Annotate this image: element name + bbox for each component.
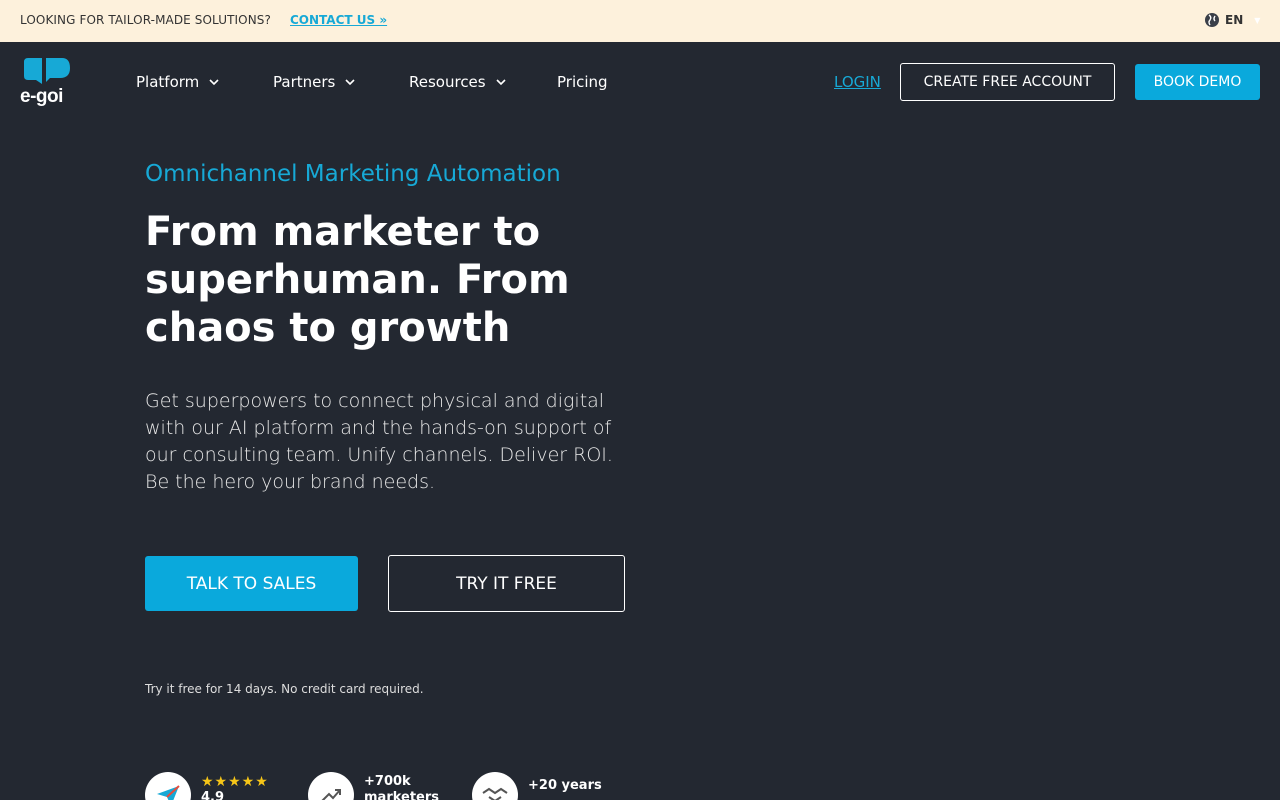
book-demo-button[interactable]: BOOK DEMO — [1135, 64, 1260, 100]
nav-partners-label: Partners — [273, 73, 336, 91]
chevron-down-icon — [496, 79, 506, 86]
talk-to-sales-button[interactable]: TALK TO SALES — [145, 556, 358, 611]
rating-stat: ★★★★★ 4.9 — [145, 772, 269, 800]
announcement-text: LOOKING FOR TAILOR-MADE SOLUTIONS? — [20, 13, 271, 27]
chevron-down-icon — [209, 79, 219, 86]
nav-pricing-label: Pricing — [557, 73, 608, 91]
nav-platform[interactable]: Platform — [136, 73, 219, 91]
caret-down-icon: ▼ — [1254, 15, 1261, 25]
trend-up-icon — [321, 789, 341, 800]
trial-note: Try it free for 14 days. No credit card … — [145, 682, 424, 696]
marketers-stat: +700k marketers — [308, 772, 439, 800]
language-selector[interactable]: EN ▼ — [1204, 12, 1260, 28]
paper-plane-icon — [157, 785, 180, 800]
nav-resources-label: Resources — [409, 73, 486, 91]
years-badge-icon — [472, 772, 518, 800]
nav-platform-label: Platform — [136, 73, 200, 91]
announcement-bar: LOOKING FOR TAILOR-MADE SOLUTIONS? CONTA… — [0, 0, 1280, 42]
e-goi-logo[interactable]: e-goi — [20, 56, 72, 110]
main-nav: e-goi Platform Partners Resources Pricin… — [0, 42, 1280, 122]
hero-headline: From marketer to superhuman. From chaos … — [145, 209, 570, 351]
years-value: +20 years — [528, 778, 602, 793]
login-link[interactable]: LOGIN — [834, 73, 881, 91]
create-free-account-button[interactable]: CREATE FREE ACCOUNT — [900, 63, 1115, 101]
rating-value: 4.9 — [201, 790, 225, 800]
rating-badge-icon — [145, 772, 191, 800]
nav-resources[interactable]: Resources — [409, 73, 506, 91]
globe-icon — [1205, 13, 1219, 27]
chevron-down-icon — [345, 79, 355, 86]
nav-partners[interactable]: Partners — [273, 73, 355, 91]
contact-us-link[interactable]: CONTACT US » — [290, 13, 387, 27]
marketers-badge-icon — [308, 772, 354, 800]
logo-text: e-goi — [20, 86, 63, 107]
nav-pricing[interactable]: Pricing — [557, 73, 608, 91]
logo-mark-icon — [24, 58, 70, 84]
years-stat: +20 years — [472, 772, 602, 800]
try-it-free-button[interactable]: TRY IT FREE — [388, 555, 625, 612]
star-rating: ★★★★★ — [201, 774, 269, 790]
hero-eyebrow: Omnichannel Marketing Automation — [145, 161, 561, 187]
handshake-icon — [482, 787, 508, 800]
hero-subtext: Get superpowers to connect physical and … — [145, 390, 613, 493]
language-label: EN — [1225, 13, 1244, 27]
marketers-label: marketers — [364, 790, 440, 800]
marketers-value: +700k — [364, 774, 411, 789]
